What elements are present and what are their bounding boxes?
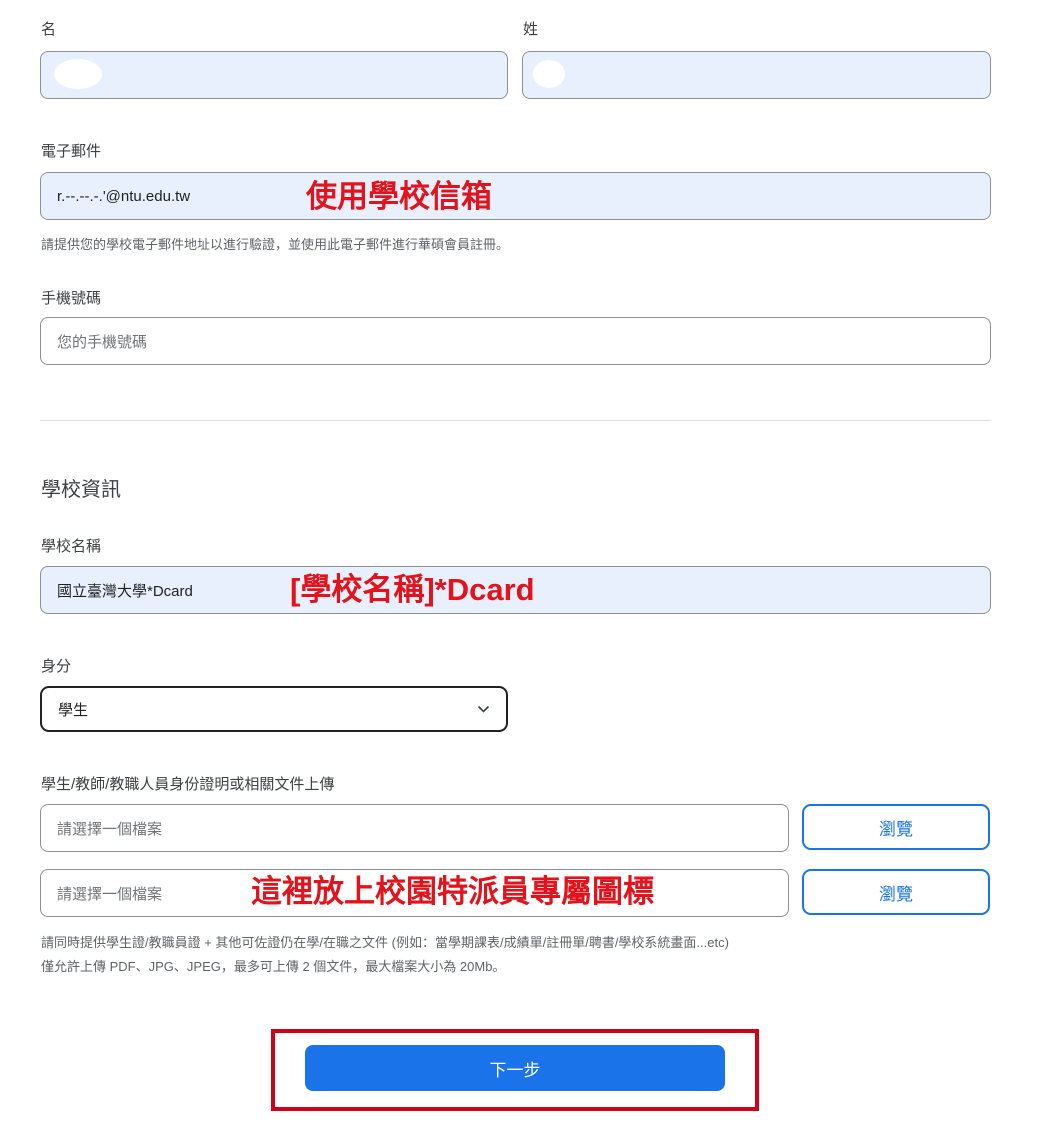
email-label: 電子郵件 xyxy=(41,143,102,160)
redaction-mark xyxy=(533,60,565,88)
school-name-label: 學校名稱 xyxy=(41,538,102,555)
chevron-down-icon xyxy=(477,705,490,713)
file-input-2-placeholder: 請選擇一個檔案 xyxy=(57,885,163,903)
identity-selected: 學生 xyxy=(58,701,89,719)
upload-help-line-1: 請同時提供學生證/教職員證 + 其他可佐證仍在學/在職之文件 (例如：當學期課表… xyxy=(41,935,729,950)
file-input-1[interactable]: 請選擇一個檔案 xyxy=(40,804,789,852)
last-name-input[interactable] xyxy=(522,51,991,99)
next-button[interactable]: 下一步 xyxy=(305,1045,725,1091)
browse-button-1[interactable]: 瀏覽 xyxy=(802,804,990,850)
phone-input[interactable]: 您的手機號碼 xyxy=(40,317,991,365)
browse-button-2[interactable]: 瀏覽 xyxy=(802,869,990,915)
section-title: 學校資訊 xyxy=(41,479,121,501)
last-name-label: 姓 xyxy=(523,21,539,38)
identity-select[interactable]: 學生 xyxy=(40,686,508,732)
upload-help-line-2: 僅允許上傳 PDF、JPG、JPEG，最多可上傳 2 個文件，最大檔案大小為 2… xyxy=(41,959,506,974)
annotation-school-name: [學校名稱]*Dcard xyxy=(290,572,535,607)
phone-label: 手機號碼 xyxy=(41,290,102,307)
first-name-label: 名 xyxy=(41,21,57,38)
email-field[interactable]: r.--.--.-.'@ntu.edu.tw xyxy=(40,172,991,220)
annotation-upload: 這裡放上校園特派員專屬圖標 xyxy=(251,874,654,909)
annotation-email: 使用學校信箱 xyxy=(306,179,492,214)
upload-label: 學生/教師/教職人員身份證明或相關文件上傳 xyxy=(41,776,335,793)
identity-label: 身分 xyxy=(41,658,72,675)
file-input-1-placeholder: 請選擇一個檔案 xyxy=(57,820,163,838)
school-name-value: 國立臺灣大學*Dcard xyxy=(57,582,193,600)
redaction-mark xyxy=(54,59,102,89)
first-name-input[interactable] xyxy=(40,51,508,99)
email-value: r.--.--.-.'@ntu.edu.tw xyxy=(57,187,191,205)
phone-placeholder: 您的手機號碼 xyxy=(57,333,148,351)
section-divider xyxy=(40,420,991,421)
email-help-text: 請提供您的學校電子郵件地址以進行驗證，並使用此電子郵件進行華碩會員註冊。 xyxy=(41,237,510,252)
